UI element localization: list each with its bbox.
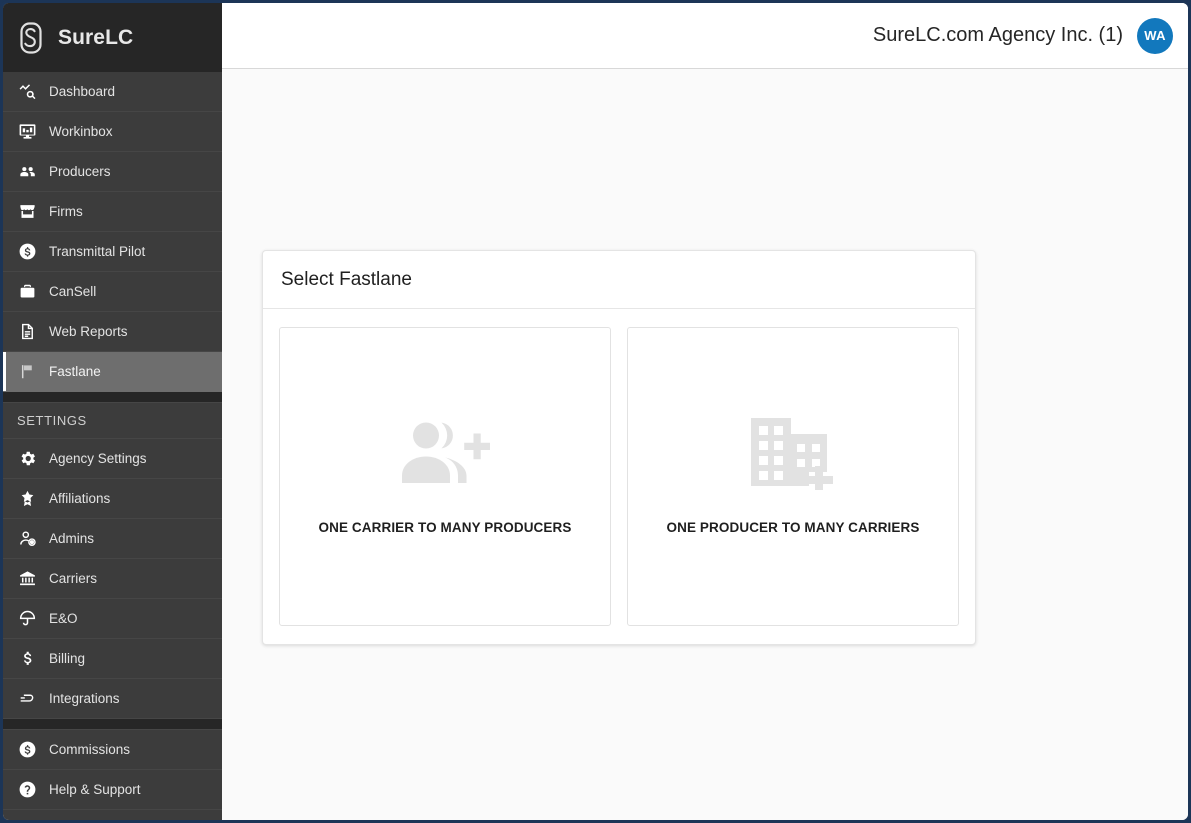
sidebar-item-label: Firms: [49, 204, 83, 219]
select-fastlane-panel: Select Fastlane ONE CARRIER TO MANY PROD…: [262, 250, 976, 645]
sidebar-divider-footer: [3, 719, 222, 730]
sidebar-brand[interactable]: SureLC: [3, 3, 222, 72]
sidebar-item-label: Transmittal Pilot: [49, 244, 146, 259]
analytics-icon: [17, 82, 37, 102]
sidebar-item-label: Dashboard: [49, 84, 116, 99]
sidebar-item-label: Help & Support: [49, 782, 141, 797]
sidebar-item-label: Producers: [49, 164, 111, 179]
sidebar-item-label: Workinbox: [49, 124, 113, 139]
question-circle-icon: [17, 780, 37, 800]
briefcase-icon: [17, 282, 37, 302]
agency-name: SureLC.com Agency Inc. (1): [872, 24, 1123, 46]
document-icon: [17, 322, 37, 342]
option-card-one-producer-to-many-carriers[interactable]: ONE PRODUCER TO MANY CARRIERS: [627, 327, 959, 626]
flag-icon: [17, 362, 37, 382]
sidebar-item-dashboard[interactable]: Dashboard: [3, 72, 222, 112]
sidebar-item-label: E&O: [49, 611, 78, 626]
sidebar-item-carriers[interactable]: Carriers: [3, 559, 222, 599]
plug-connector-icon: [17, 689, 37, 709]
sidebar-item-web-reports[interactable]: Web Reports: [3, 312, 222, 352]
page-title: Select Fastlane: [281, 268, 412, 290]
sidebar-item-billing[interactable]: Billing: [3, 639, 222, 679]
sidebar: SureLC Dashboard Workinbox Producers Fir…: [3, 3, 222, 820]
dollar-circle-icon: [17, 242, 37, 262]
surelc-s-logo-icon: [17, 21, 45, 54]
sidebar-settings-nav: Agency Settings Affiliations Admins Carr…: [3, 439, 222, 719]
top-bar: SureLC.com Agency Inc. (1) WA: [222, 3, 1188, 69]
panel-body: ONE CARRIER TO MANY PRODUCERS ONE PRODUC…: [263, 309, 975, 644]
option-card-label: ONE CARRIER TO MANY PRODUCERS: [318, 520, 572, 535]
application-frame: SureLC Dashboard Workinbox Producers Fir…: [0, 0, 1191, 823]
dollar-sign-icon: [17, 649, 37, 669]
panel-header: Select Fastlane: [263, 251, 975, 309]
sidebar-item-label: Admins: [49, 531, 95, 546]
umbrella-icon: [17, 609, 37, 629]
sidebar-item-affiliations[interactable]: Affiliations: [3, 479, 222, 519]
star-badge-icon: [17, 489, 37, 509]
sidebar-item-firms[interactable]: Firms: [3, 192, 222, 232]
sidebar-item-eo[interactable]: E&O: [3, 599, 222, 639]
main-area: SureLC.com Agency Inc. (1) WA Select Fas…: [222, 3, 1188, 820]
sidebar-item-label: Web Reports: [49, 324, 128, 339]
sidebar-item-label: Carriers: [49, 571, 98, 586]
sidebar-primary-nav: Dashboard Workinbox Producers Firms Tran…: [3, 72, 222, 392]
sidebar-item-label: Affiliations: [49, 491, 111, 506]
sidebar-item-workinbox[interactable]: Workinbox: [3, 112, 222, 152]
group-add-icon: [390, 410, 500, 496]
sidebar-item-help-support[interactable]: Help & Support: [3, 770, 222, 810]
sidebar-footer-nav: Commissions Help & Support: [3, 730, 222, 810]
dollar-circle-icon: [17, 740, 37, 760]
bank-icon: [17, 569, 37, 589]
sidebar-item-transmittal-pilot[interactable]: Transmittal Pilot: [3, 232, 222, 272]
content-region: Select Fastlane ONE CARRIER TO MANY PROD…: [222, 69, 1188, 820]
sidebar-item-label: Integrations: [49, 691, 120, 706]
sidebar-divider-settings: [3, 392, 222, 403]
option-card-one-carrier-to-many-producers[interactable]: ONE CARRIER TO MANY PRODUCERS: [279, 327, 611, 626]
sidebar-item-fastlane[interactable]: Fastlane: [3, 352, 222, 392]
sidebar-item-label: Fastlane: [49, 364, 101, 379]
desktop-monitor-icon: [17, 122, 37, 142]
avatar[interactable]: WA: [1137, 17, 1173, 54]
sidebar-item-cansell[interactable]: CanSell: [3, 272, 222, 312]
people-group-icon: [17, 162, 37, 182]
option-card-label: ONE PRODUCER TO MANY CARRIERS: [666, 520, 920, 535]
sidebar-item-producers[interactable]: Producers: [3, 152, 222, 192]
storefront-icon: [17, 202, 37, 222]
sidebar-item-admins[interactable]: Admins: [3, 519, 222, 559]
brand-name: SureLC: [58, 25, 134, 49]
sidebar-item-label: CanSell: [49, 284, 97, 299]
sidebar-item-label: Agency Settings: [49, 451, 147, 466]
person-settings-icon: [17, 529, 37, 549]
gear-icon: [17, 449, 37, 469]
domain-add-icon: [738, 410, 848, 496]
sidebar-item-agency-settings[interactable]: Agency Settings: [3, 439, 222, 479]
sidebar-section-settings: SETTINGS: [3, 403, 222, 439]
sidebar-item-label: Commissions: [49, 742, 131, 757]
sidebar-item-integrations[interactable]: Integrations: [3, 679, 222, 719]
sidebar-item-commissions[interactable]: Commissions: [3, 730, 222, 770]
sidebar-item-label: Billing: [49, 651, 86, 666]
